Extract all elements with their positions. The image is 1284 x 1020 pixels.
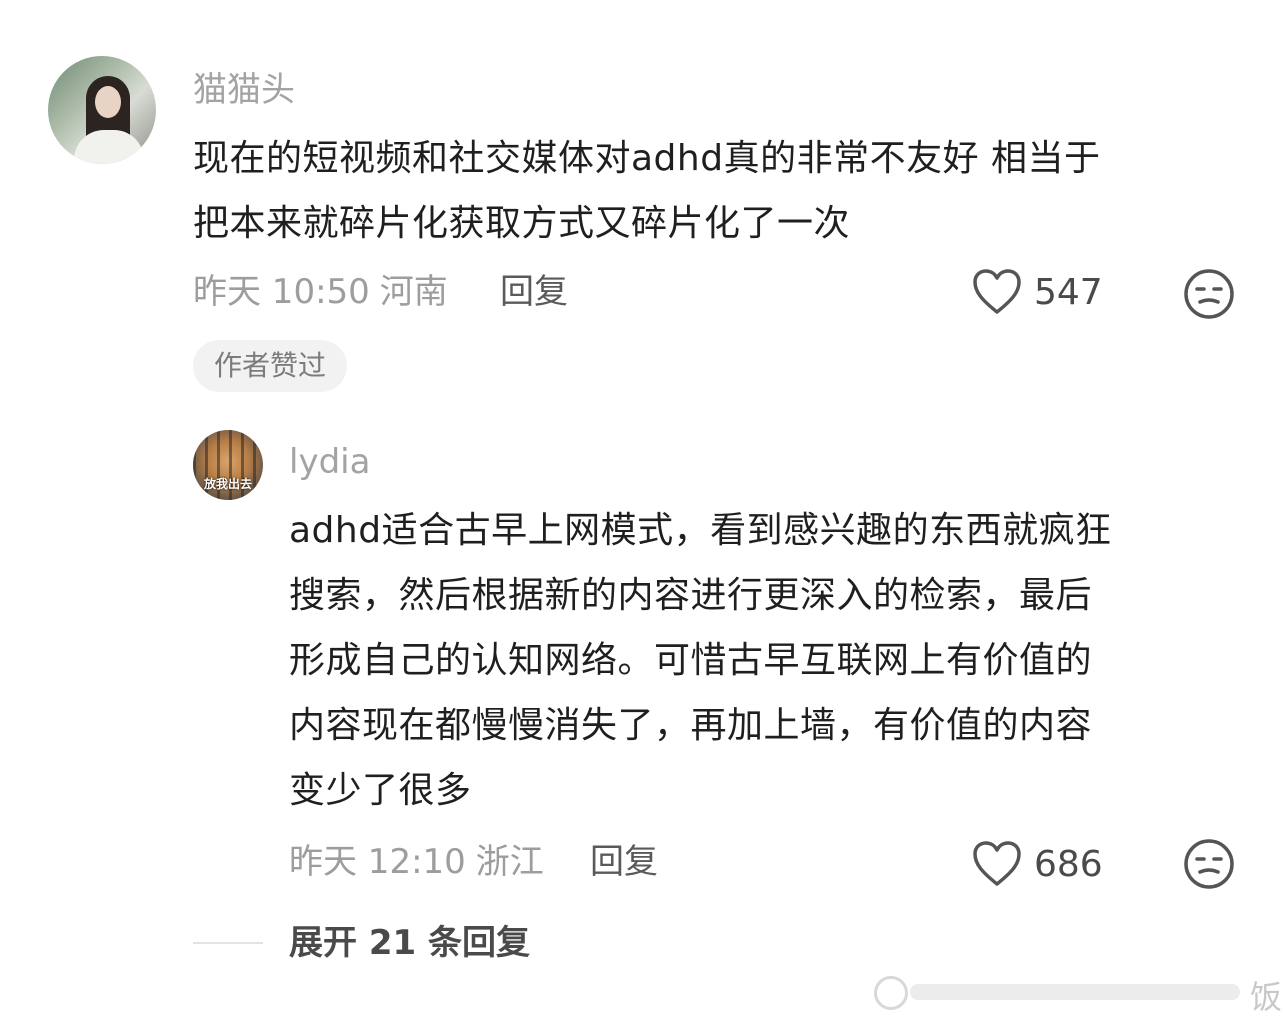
reply-text: adhd适合古早上网模式，看到感兴趣的东西就疯狂 搜索，然后根据新的内容进行更深… <box>289 498 1112 823</box>
reply-location: 浙江 <box>475 842 544 882</box>
watermark-logo-icon <box>874 976 908 1010</box>
author-liked-badge: 作者赞过 <box>193 340 347 392</box>
replier-username[interactable]: lydia <box>289 442 370 482</box>
reply-meta: 昨天 12:10 浙江 <box>289 842 554 882</box>
comment-like-button[interactable]: 547 <box>972 268 1103 316</box>
reply-text-line: adhd适合古早上网模式，看到感兴趣的东西就疯狂 <box>289 510 1112 551</box>
reply-like-button[interactable]: 686 <box>972 840 1103 888</box>
reply-text-line: 内容现在都慢慢消失了，再加上墙，有价值的内容 <box>289 705 1093 746</box>
reply-text-line: 变少了很多 <box>289 770 472 811</box>
comment-reply-button[interactable]: 回复 <box>500 272 568 312</box>
reply-reply-button[interactable]: 回复 <box>590 842 658 882</box>
reply-dislike-button[interactable] <box>1183 838 1235 894</box>
comment-meta: 昨天 10:50 河南 <box>193 272 458 312</box>
comment-text-line: 把本来就碎片化获取方式又碎片化了一次 <box>193 203 851 244</box>
comment-location: 河南 <box>379 272 448 312</box>
expand-divider <box>193 942 263 944</box>
heart-outline-icon <box>973 269 1021 314</box>
reply-text-line: 搜索，然后根据新的内容进行更深入的检索，最后 <box>289 575 1093 616</box>
reply-like-count: 686 <box>1034 843 1103 885</box>
reply-time: 昨天 12:10 <box>289 842 466 882</box>
avatar-caption: 放我出去 <box>203 477 252 491</box>
commenter-avatar[interactable] <box>48 56 156 164</box>
comment-dislike-button[interactable] <box>1183 268 1235 324</box>
comment-like-count: 547 <box>1034 271 1103 313</box>
meh-face-icon <box>1184 269 1234 319</box>
commenter-username[interactable]: 猫猫头 <box>193 70 295 110</box>
heart-outline-icon <box>973 841 1021 886</box>
meh-face-icon <box>1184 839 1234 889</box>
replier-avatar[interactable]: 放我出去 <box>193 430 263 500</box>
reply-text-line: 形成自己的认知网络。可惜古早互联网上有价值的 <box>289 640 1093 681</box>
comment-time: 昨天 10:50 <box>193 272 370 312</box>
expand-replies-button[interactable]: 展开 21 条回复 <box>289 922 530 964</box>
comment-text: 现在的短视频和社交媒体对adhd真的非常不友好 相当于 把本来就碎片化获取方式又… <box>193 126 1101 256</box>
watermark: 饭 <box>870 966 1284 1020</box>
comment-text-line: 现在的短视频和社交媒体对adhd真的非常不友好 相当于 <box>193 138 1101 179</box>
